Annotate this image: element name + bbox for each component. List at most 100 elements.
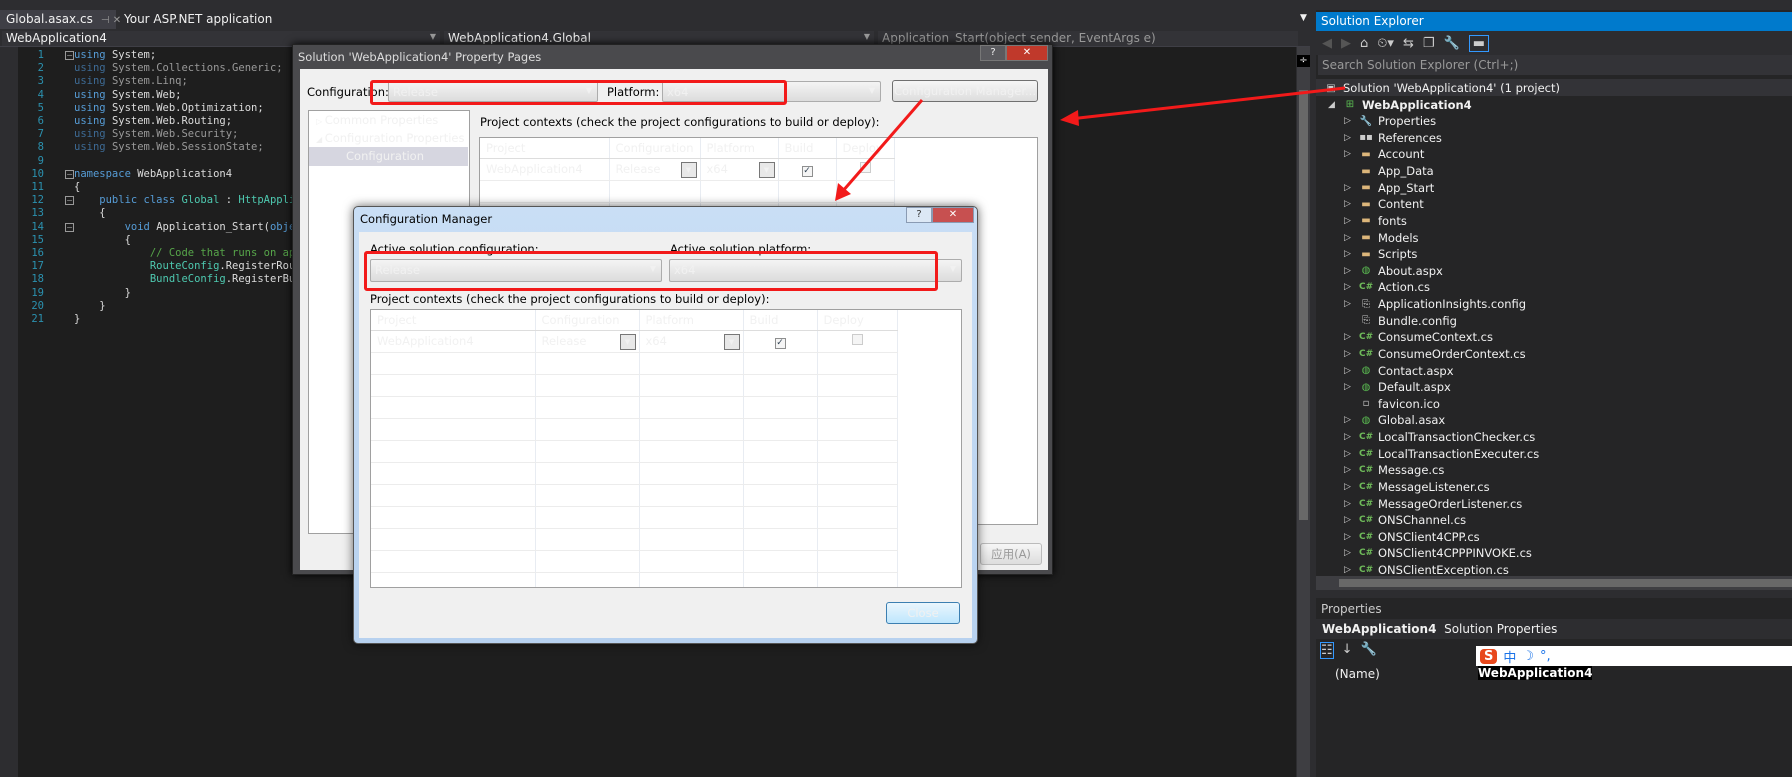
configuration-cell[interactable]: Release ▼ — [535, 330, 640, 353]
chevron-down-icon[interactable]: ▼ — [680, 161, 697, 178]
build-checkbox[interactable]: ✓ — [801, 165, 813, 177]
expand-arrow-icon[interactable]: ▷ — [1344, 366, 1354, 376]
tree-item[interactable]: ▷ ▬ Content — [1344, 196, 1424, 212]
configuration-cell[interactable]: Release ▼ — [609, 158, 701, 181]
close-button[interactable]: Close — [886, 602, 960, 624]
column-header-platform[interactable]: Platform — [639, 310, 744, 331]
expand-arrow-icon[interactable]: ▷ — [1344, 432, 1354, 442]
tree-item[interactable]: ▷ C# ConsumeOrderContext.cs — [1344, 346, 1526, 362]
expand-arrow-icon[interactable]: ▷ — [1344, 482, 1354, 492]
deploy-checkbox[interactable] — [851, 334, 863, 345]
pending-changes-icon[interactable]: ⏲▾ — [1377, 36, 1394, 51]
sync-icon[interactable]: ⇆ — [1403, 36, 1414, 51]
tree-item[interactable]: ▷ ◍ About.aspx — [1344, 263, 1443, 279]
expand-arrow-icon[interactable]: ▷ — [1344, 216, 1354, 226]
tree-item[interactable]: ▷ C# MessageOrderListener.cs — [1344, 496, 1522, 512]
close-button[interactable]: ✕ — [1006, 45, 1048, 61]
ime-moon-icon[interactable]: ☽ — [1522, 649, 1534, 664]
alphabetical-icon[interactable]: ↓ — [1342, 642, 1353, 659]
expand-arrow-icon[interactable]: ▷ — [1344, 349, 1354, 359]
chevron-down-icon[interactable]: ▼ — [619, 333, 636, 350]
column-header-deploy[interactable]: Deploy — [836, 138, 895, 159]
tree-item[interactable]: ▬ App_Data — [1344, 163, 1433, 179]
help-button[interactable]: ? — [906, 207, 932, 223]
tree-item[interactable]: ▷ C# ONSChannel.cs — [1344, 512, 1466, 528]
tree-item[interactable]: ▷ C# LocalTransactionExecuter.cs — [1344, 446, 1539, 462]
deploy-checkbox[interactable] — [859, 162, 871, 173]
tree-item[interactable]: ▷ ◍ Global.asax — [1344, 412, 1445, 428]
tree-item[interactable]: ▷ ◍ Default.aspx — [1344, 379, 1451, 395]
expand-arrow-icon[interactable]: ▷ — [1344, 548, 1354, 558]
tree-item[interactable]: ▫ favicon.ico — [1344, 396, 1440, 412]
tree-item[interactable]: ▷ C# ConsumeContext.cs — [1344, 329, 1493, 345]
tree-item[interactable]: ▷ C# ONSClient4CPPPINVOKE.cs — [1344, 545, 1532, 561]
ime-toolbar[interactable]: S 中 ☽ °, — [1476, 646, 1792, 666]
expand-arrow-icon[interactable]: ▷ — [1344, 266, 1354, 276]
tree-item[interactable]: ▷ ▬ fonts — [1344, 213, 1407, 229]
column-header-platform[interactable]: Platform — [700, 138, 779, 159]
configuration-manager-button[interactable]: Configuration Manager... — [892, 80, 1038, 102]
tab-global-asax-cs[interactable]: Global.asax.cs ⊣ ✕ — [0, 10, 121, 29]
expand-arrow-icon[interactable]: ▷ — [1344, 149, 1354, 159]
properties-wrench-icon[interactable]: 🔧 — [1444, 36, 1460, 51]
tree-item[interactable]: ▷ C# Action.cs — [1344, 279, 1430, 295]
collapse-all-icon[interactable]: ❐ — [1423, 36, 1435, 51]
apply-button[interactable]: 应用(A) — [980, 543, 1042, 565]
chevron-down-icon[interactable]: ▼ — [758, 161, 775, 178]
properties-object[interactable]: WebApplication4 Solution Properties — [1316, 619, 1792, 639]
horizontal-scroll-thumb[interactable] — [1339, 579, 1792, 587]
collapse-arrow-icon[interactable]: ◢ — [1328, 100, 1338, 110]
build-checkbox[interactable]: ✓ — [774, 337, 786, 349]
tree-configuration-properties[interactable]: ◢ Configuration Properties — [316, 131, 464, 145]
expand-arrow-icon[interactable]: ▷ — [1344, 382, 1354, 392]
tab-your-aspnet-application[interactable]: Your ASP.NET application — [118, 10, 278, 29]
collapse-region-icon[interactable]: − — [65, 51, 74, 60]
expand-arrow-icon[interactable]: ▷ — [1344, 499, 1354, 509]
tree-item[interactable]: ▷ 🔧 Properties — [1344, 113, 1436, 129]
column-header-configuration[interactable]: Configuration — [609, 138, 701, 159]
column-header-project[interactable]: Project — [480, 138, 610, 159]
expand-arrow-icon[interactable]: ▷ — [1344, 465, 1354, 475]
tree-item[interactable]: ⎘ Bundle.config — [1344, 313, 1457, 329]
tree-item[interactable]: ▣ Solution 'WebApplication4' (1 project) — [1324, 80, 1560, 96]
preview-icon[interactable]: ▬ — [1468, 34, 1489, 52]
help-button[interactable]: ? — [980, 45, 1006, 61]
column-header-build[interactable]: Build — [743, 310, 818, 331]
tree-item[interactable]: ▷ C# Message.cs — [1344, 462, 1444, 478]
editor-scroll-thumb[interactable] — [1299, 90, 1308, 520]
collapse-region-icon[interactable]: − — [65, 222, 74, 232]
tree-common-properties[interactable]: ▷ Common Properties — [316, 113, 438, 127]
expand-arrow-icon[interactable]: ▷ — [1344, 565, 1354, 575]
expand-arrow-icon[interactable]: ▷ — [1344, 515, 1354, 525]
tree-item[interactable]: ▷ C# LocalTransactionChecker.cs — [1344, 429, 1535, 445]
tree-item[interactable]: ▷ ▬ Scripts — [1344, 246, 1417, 262]
ime-punct[interactable]: °, — [1540, 649, 1551, 664]
tree-item[interactable]: ▷ ▬ Account — [1344, 146, 1424, 162]
expand-arrow-icon[interactable]: ▷ — [1344, 299, 1354, 309]
tree-configuration[interactable]: Configuration — [309, 147, 468, 166]
tree-item[interactable]: ▷ ▬ App_Start — [1344, 180, 1434, 196]
expand-arrow-icon[interactable]: ▷ — [1344, 183, 1354, 193]
tree-item[interactable]: ▷ ◍ Contact.aspx — [1344, 363, 1454, 379]
column-header-build[interactable]: Build — [778, 138, 837, 159]
platform-cell[interactable]: x64 ▼ — [639, 330, 744, 353]
tree-item[interactable]: ▷ ▬ Models — [1344, 230, 1419, 246]
platform-cell[interactable]: x64 ▼ — [700, 158, 779, 181]
ime-mode[interactable]: 中 — [1503, 647, 1516, 666]
categorized-icon[interactable]: ☷ — [1320, 642, 1334, 659]
expand-arrow-icon[interactable]: ▷ — [1344, 449, 1354, 459]
close-icon-button[interactable]: ✕ — [932, 207, 974, 223]
forward-icon[interactable]: ▶ — [1341, 36, 1351, 51]
column-header-deploy[interactable]: Deploy — [817, 310, 898, 331]
expand-arrow-icon[interactable]: ▷ — [1344, 199, 1354, 209]
tree-item[interactable]: ▷ C# MessageListener.cs — [1344, 479, 1490, 495]
split-handle-icon[interactable]: ÷ — [1297, 55, 1310, 67]
collapse-region-icon[interactable]: − — [65, 169, 74, 179]
back-icon[interactable]: ◀ — [1322, 36, 1332, 51]
tree-item[interactable]: ◢ ⊞ WebApplication4 — [1328, 97, 1472, 113]
column-header-project[interactable]: Project — [371, 310, 536, 331]
tree-item[interactable]: ▷ ▪▪ References — [1344, 130, 1442, 146]
expand-arrow-icon[interactable]: ▷ — [1344, 133, 1354, 143]
search-solution-explorer-input[interactable]: Search Solution Explorer (Ctrl+;) — [1318, 55, 1792, 75]
expand-arrow-icon[interactable]: ▷ — [1344, 415, 1354, 425]
